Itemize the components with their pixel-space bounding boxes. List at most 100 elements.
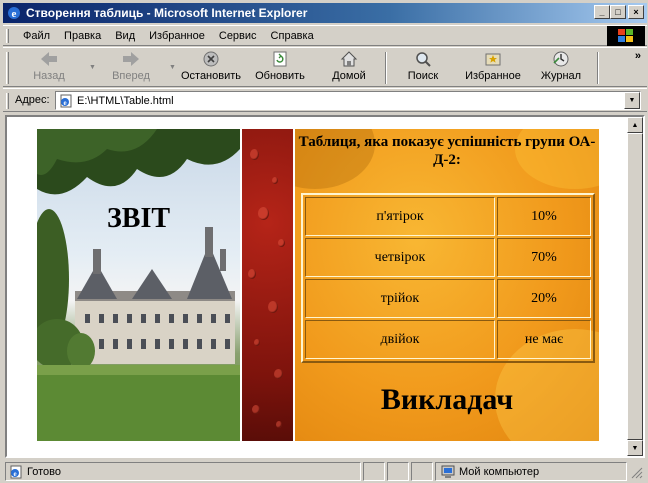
- menu-grip[interactable]: [6, 29, 9, 43]
- status-cell: [363, 462, 385, 481]
- water-drop: [252, 405, 260, 414]
- address-bar: Адрес: e E:\HTML\Table.html ▼: [3, 88, 647, 112]
- menu-view[interactable]: Вид: [108, 30, 142, 42]
- my-computer-icon: [441, 465, 455, 478]
- browser-window: e Створення таблиць - Microsoft Internet…: [0, 0, 648, 483]
- water-drop: [268, 301, 278, 313]
- scroll-up-icon[interactable]: ▲: [627, 117, 643, 133]
- address-grip[interactable]: [6, 93, 9, 109]
- toolbar-grip[interactable]: [6, 52, 9, 84]
- toolbar-separator: [385, 52, 387, 84]
- favorites-star-icon: [485, 53, 501, 66]
- search-icon: [416, 52, 431, 67]
- vertical-scrollbar[interactable]: ▲ ▼: [627, 117, 643, 456]
- standard-toolbar: Назад ▼ Вперед ▼ Остановить Обновить Дом…: [3, 47, 647, 87]
- menu-file[interactable]: Файл: [13, 30, 57, 42]
- back-arrow-icon: [41, 52, 57, 66]
- svg-text:e: e: [12, 8, 17, 20]
- grade-label: четвірок: [305, 238, 495, 277]
- status-cell: [387, 462, 409, 481]
- search-button[interactable]: Поиск: [403, 50, 443, 86]
- refresh-button[interactable]: Обновить: [253, 50, 307, 86]
- menu-favorites[interactable]: Избранное: [142, 30, 212, 42]
- home-label: Домой: [332, 70, 366, 82]
- maximize-button[interactable]: □: [610, 5, 626, 19]
- favorites-button[interactable]: Избранное: [463, 50, 523, 86]
- history-label: Журнал: [540, 70, 582, 82]
- back-button[interactable]: Назад: [29, 50, 69, 86]
- favorites-label: Избранное: [465, 70, 521, 82]
- title-bar[interactable]: e Створення таблиць - Microsoft Internet…: [3, 3, 647, 23]
- page-icon: e: [60, 94, 72, 107]
- menu-tools[interactable]: Сервис: [212, 30, 264, 42]
- page-done-icon: e: [10, 465, 22, 478]
- water-drop: [276, 421, 282, 428]
- home-button[interactable]: Домой: [329, 50, 369, 86]
- stop-icon: [203, 51, 219, 67]
- status-zone: Мой компьютер: [435, 462, 627, 481]
- grade-value: 70%: [497, 238, 591, 277]
- orange-panel: Таблиця, яка показує успішність групи ОА…: [295, 129, 599, 441]
- scroll-down-icon[interactable]: ▼: [627, 440, 643, 456]
- status-main: e Готово: [5, 462, 361, 481]
- forward-button[interactable]: Вперед: [107, 50, 155, 86]
- forward-dropdown-icon[interactable]: ▼: [169, 64, 176, 71]
- internet-explorer-icon: e: [8, 7, 20, 20]
- address-input[interactable]: e E:\HTML\Table.html ▼: [55, 91, 641, 110]
- water-drop: [248, 269, 256, 279]
- windows-logo: [607, 26, 645, 46]
- menu-edit[interactable]: Правка: [57, 30, 108, 42]
- grades-table: п'ятірок 10% четвірок 70% трійок 20% дві…: [301, 193, 595, 363]
- back-label: Назад: [33, 70, 65, 82]
- history-icon: [553, 51, 569, 67]
- teacher-heading: Викладач: [380, 383, 514, 416]
- scroll-thumb[interactable]: [627, 133, 643, 440]
- stop-label: Остановить: [180, 70, 242, 82]
- window-title: Створення таблиць - Microsoft Internet E…: [26, 6, 308, 20]
- table-row: трійок 20%: [305, 279, 591, 318]
- minimize-button[interactable]: _: [594, 5, 610, 19]
- stop-button[interactable]: Остановить: [179, 50, 243, 86]
- castle-photo: ЗВІТ: [37, 129, 240, 441]
- home-icon: [340, 51, 358, 67]
- search-label: Поиск: [407, 70, 439, 82]
- table-row: двійок не має: [305, 320, 591, 359]
- table-row: п'ятірок 10%: [305, 197, 591, 236]
- toolbar-more-chevron[interactable]: »: [635, 50, 641, 62]
- menu-bar: Файл Правка Вид Избранное Сервис Справка: [3, 25, 647, 46]
- decorative-red-strip: [240, 129, 295, 441]
- grade-value: 10%: [497, 197, 591, 236]
- grade-label: трійок: [305, 279, 495, 318]
- address-label: Адрес:: [15, 94, 50, 106]
- forward-arrow-icon: [123, 52, 139, 66]
- water-drop: [250, 149, 259, 160]
- grade-value: 20%: [497, 279, 591, 318]
- status-cell: [411, 462, 433, 481]
- address-url: E:\HTML\Table.html: [77, 94, 174, 107]
- table-row: четвірок 70%: [305, 238, 591, 277]
- grade-label: п'ятірок: [305, 197, 495, 236]
- table-caption: Таблиця, яка показує успішність групи ОА…: [298, 134, 596, 168]
- report-page: ЗВІТ Таблиця, яка показує успішність гру…: [37, 129, 599, 441]
- svg-text:e: e: [63, 99, 66, 107]
- report-title: ЗВІТ: [106, 203, 171, 234]
- address-dropdown-icon[interactable]: ▼: [624, 92, 640, 109]
- castle-image: [37, 129, 240, 441]
- water-drop: [278, 239, 285, 247]
- svg-text:e: e: [13, 470, 16, 478]
- back-dropdown-icon[interactable]: ▼: [89, 64, 96, 71]
- menu-help[interactable]: Справка: [264, 30, 321, 42]
- toolbar-separator-end: [597, 52, 599, 84]
- close-button[interactable]: ×: [628, 5, 644, 19]
- water-drop: [254, 339, 260, 346]
- status-text: Готово: [27, 465, 61, 478]
- grade-value: не має: [497, 320, 591, 359]
- windows-flag-icon: [618, 29, 633, 42]
- resize-grip-icon[interactable]: [629, 462, 645, 481]
- refresh-icon: [273, 51, 287, 67]
- history-button[interactable]: Журнал: [537, 50, 585, 86]
- water-drop: [274, 369, 283, 379]
- refresh-label: Обновить: [255, 70, 305, 82]
- grade-label: двійок: [305, 320, 495, 359]
- water-drop: [258, 207, 269, 220]
